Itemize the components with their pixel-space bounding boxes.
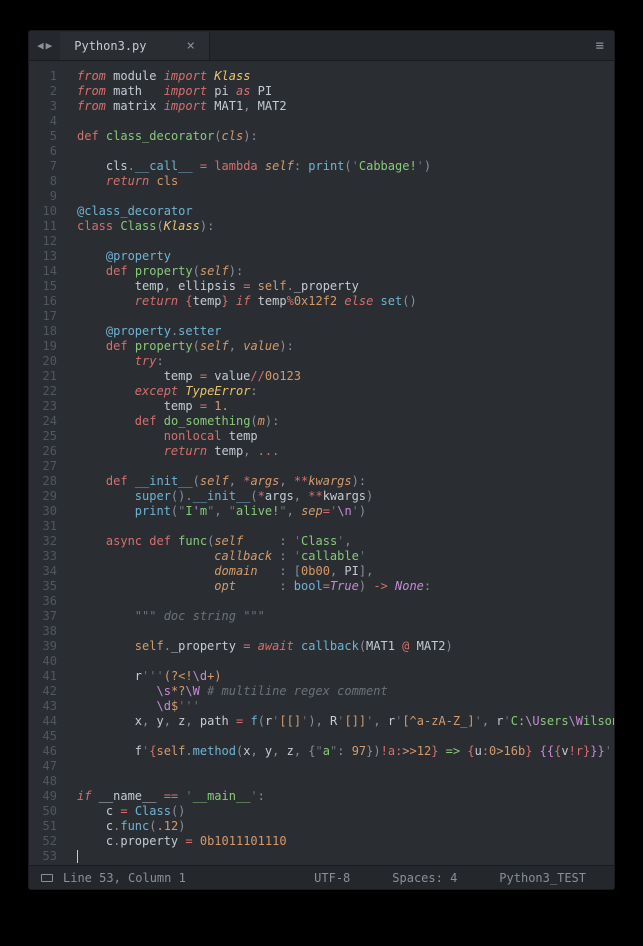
- panel-icon[interactable]: [41, 874, 53, 882]
- editor-window: ◀ ▶ Python3.py × ≡ 123456789101112131415…: [28, 30, 615, 890]
- line-gutter: 1234567891011121314151617181920212223242…: [29, 61, 67, 865]
- close-icon[interactable]: ×: [187, 38, 195, 54]
- tab-title: Python3.py: [74, 39, 146, 53]
- nav-arrows: ◀ ▶: [29, 39, 60, 52]
- file-tab[interactable]: Python3.py ×: [60, 32, 210, 60]
- status-bar: Line 53, Column 1 UTF-8 Spaces: 4 Python…: [29, 865, 614, 889]
- nav-back-icon[interactable]: ◀: [37, 39, 44, 52]
- menu-icon[interactable]: ≡: [586, 38, 614, 54]
- code-content[interactable]: from module import Klassfrom math import…: [67, 61, 614, 865]
- tab-bar: ◀ ▶ Python3.py × ≡: [29, 31, 614, 61]
- encoding[interactable]: UTF-8: [298, 871, 366, 885]
- nav-forward-icon[interactable]: ▶: [46, 39, 53, 52]
- code-area[interactable]: 1234567891011121314151617181920212223242…: [29, 61, 614, 865]
- indentation[interactable]: Spaces: 4: [376, 871, 473, 885]
- syntax-mode[interactable]: Python3_TEST: [483, 871, 602, 885]
- cursor-position[interactable]: Line 53, Column 1: [63, 871, 186, 885]
